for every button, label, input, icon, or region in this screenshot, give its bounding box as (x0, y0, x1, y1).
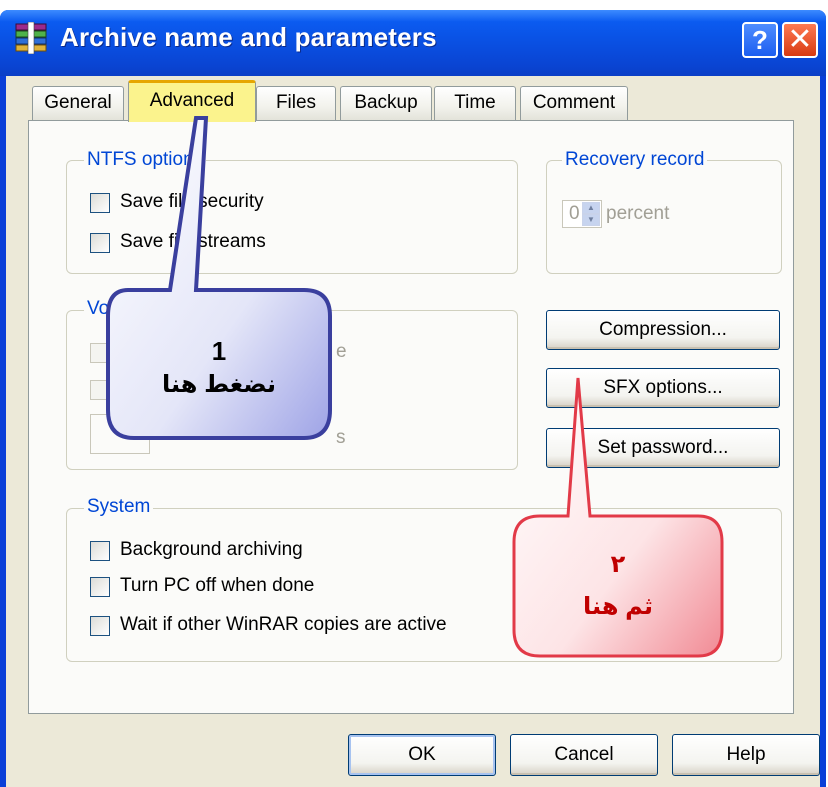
compression-button[interactable]: Compression... (546, 310, 780, 350)
callout-2-number: ٢ (610, 551, 626, 578)
tab-files[interactable]: Files (256, 86, 336, 120)
tab-time[interactable]: Time (434, 86, 516, 120)
close-button[interactable]: ✕ (782, 22, 818, 58)
wait-winrar-copies-checkbox[interactable] (90, 616, 110, 636)
system-legend: System (84, 496, 154, 518)
turn-pc-off-label: Turn PC off when done (120, 575, 315, 596)
ntfs-options-legend: NTFS options (84, 149, 207, 171)
volumes-option-1-label: e (336, 341, 347, 362)
recovery-unit-label: percent (606, 203, 670, 224)
window-title: Archive name and parameters (60, 22, 437, 52)
volumes-option-3-label: s (336, 427, 346, 448)
volumes-option-1-checkbox[interactable] (90, 343, 110, 363)
winrar-books-icon (15, 22, 47, 54)
volumes-option-2-checkbox[interactable] (90, 380, 110, 400)
ok-button[interactable]: OK (348, 734, 496, 776)
save-file-streams-label: Save file streams (120, 231, 266, 252)
save-file-security-label: Save file security (120, 191, 264, 212)
callout-1-text: نضغط هنا (161, 371, 277, 398)
recovery-record-legend: Recovery record (562, 149, 708, 171)
save-file-streams-checkbox[interactable] (90, 233, 110, 253)
volumes-legend: Volumes (84, 298, 210, 320)
background-archiving-checkbox[interactable] (90, 541, 110, 561)
help-title-button[interactable]: ? (742, 22, 778, 58)
ntfs-options-group (66, 160, 518, 274)
save-file-security-checkbox[interactable] (90, 193, 110, 213)
callout-2-text: ثم هنا (583, 593, 653, 620)
tab-backup[interactable]: Backup (340, 86, 432, 120)
wait-winrar-copies-label: Wait if other WinRAR copies are active (120, 614, 447, 635)
background-archiving-label: Background archiving (120, 539, 303, 560)
sfx-options-button[interactable]: SFX options... (546, 368, 780, 408)
set-password-button[interactable]: Set password... (546, 428, 780, 468)
tab-advanced[interactable]: Advanced (128, 80, 256, 122)
spin-up-arrow-icon[interactable]: ▲ (582, 202, 600, 214)
cancel-button[interactable]: Cancel (510, 734, 658, 776)
tab-general[interactable]: General (32, 86, 124, 120)
tab-comment[interactable]: Comment (520, 86, 628, 120)
volumes-size-field[interactable] (90, 414, 150, 454)
turn-pc-off-checkbox[interactable] (90, 577, 110, 597)
callout-1-number: 1 (211, 336, 227, 366)
help-button[interactable]: Help (672, 734, 820, 776)
spin-down-arrow-icon[interactable]: ▼ (582, 214, 600, 226)
